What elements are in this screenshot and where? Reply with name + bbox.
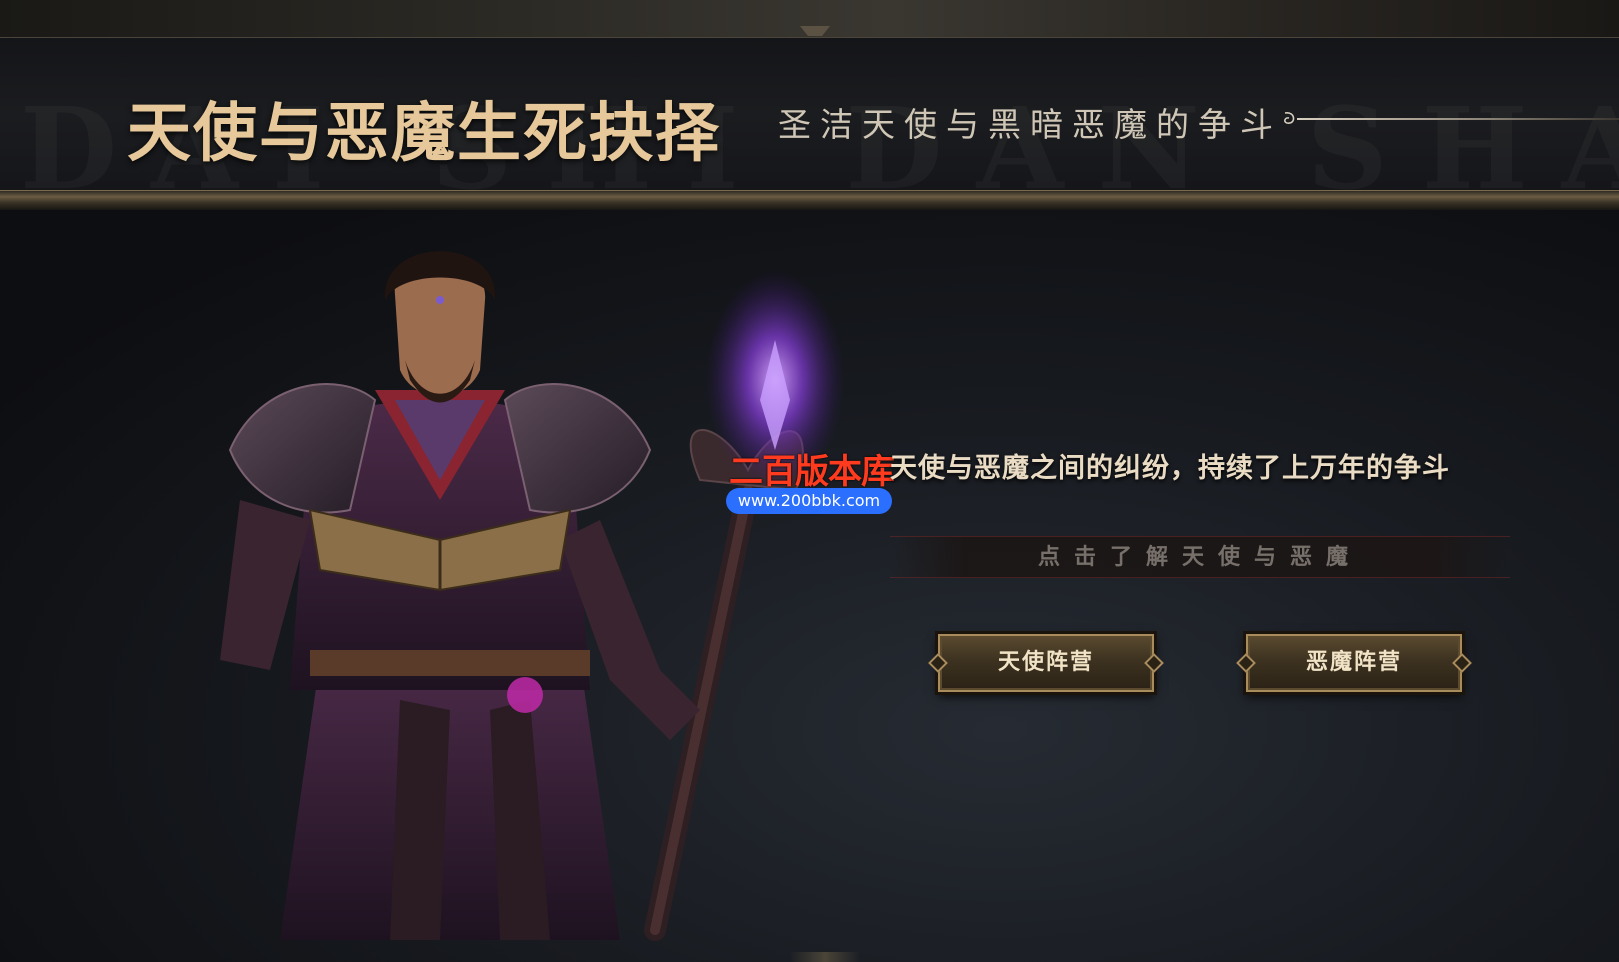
page-subtitle: 圣洁天使与黑暗恶魔的争斗 xyxy=(778,105,1282,144)
gold-divider xyxy=(0,190,1619,210)
angel-camp-label: 天使阵营 xyxy=(997,650,1094,675)
title-divider-line xyxy=(1297,118,1619,120)
learn-more-label: 点击了解天使与恶魔 xyxy=(1037,544,1362,570)
top-banner-strip xyxy=(0,0,1619,38)
bottom-ornament xyxy=(790,952,860,962)
learn-more-link[interactable]: 点击了解天使与恶魔 xyxy=(890,536,1510,578)
angel-camp-button[interactable]: 天使阵营 xyxy=(938,634,1154,692)
story-tagline: 天使与恶魔之间的纠纷，持续了上万年的争斗 xyxy=(890,453,1450,484)
header-banner: DAI SHI DAN SHAI 天使与恶魔生死抉择 圣洁天使与黑暗恶魔的争斗 xyxy=(0,38,1619,190)
demon-camp-button[interactable]: 恶魔阵营 xyxy=(1246,634,1462,692)
site-watermark-url[interactable]: www.200bbk.com xyxy=(726,488,892,514)
demon-camp-label: 恶魔阵营 xyxy=(1305,650,1402,675)
hero-illustration xyxy=(220,251,845,941)
main-section: 二百版本库 www.200bbk.com 天使与恶魔之间的纠纷，持续了上万年的争… xyxy=(0,210,1619,962)
page-title: 天使与恶魔生死抉择 xyxy=(127,96,721,171)
site-watermark-name: 二百版本库 xyxy=(729,452,895,492)
